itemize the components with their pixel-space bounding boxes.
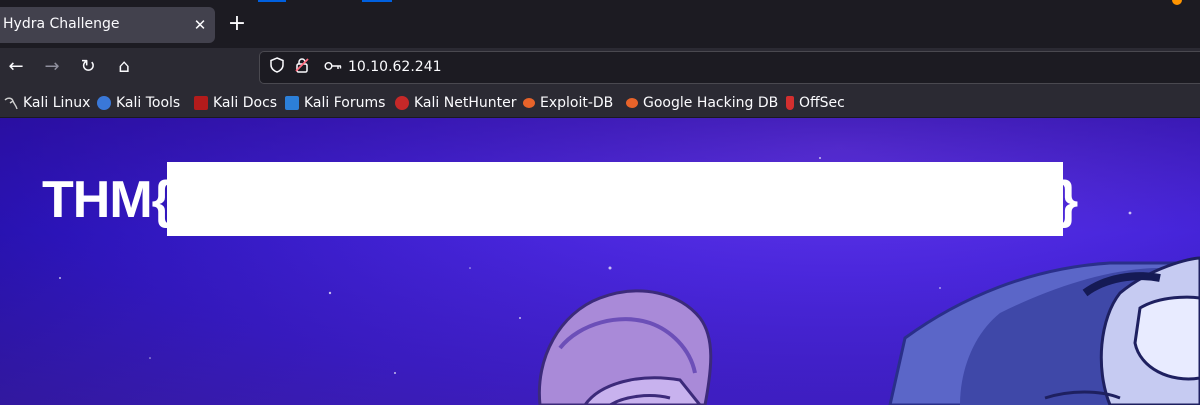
bookmark-kali-forums[interactable]: Kali Forums <box>285 93 385 113</box>
url-text[interactable]: 10.10.62.241 <box>348 59 442 75</box>
tab-accent-indicator <box>258 0 286 2</box>
tab-title: Hydra Challenge <box>3 16 120 32</box>
extension-icon[interactable] <box>1172 0 1182 5</box>
bookmark-label: Kali Docs <box>213 95 278 111</box>
navigation-toolbar: ← → ↻ ⌂ 10.10.62.241 <box>0 48 1200 87</box>
kali-dragon-icon <box>4 96 18 110</box>
bookmark-kali-docs[interactable]: Kali Docs <box>194 93 277 113</box>
back-button[interactable]: ← <box>2 54 30 80</box>
kali-nethunter-icon <box>395 96 409 110</box>
shield-icon[interactable] <box>266 57 288 79</box>
kali-forums-icon <box>285 96 299 110</box>
tab-accent-indicator <box>362 0 392 2</box>
bookmark-label: Kali Linux <box>23 95 91 111</box>
bookmark-kali-linux[interactable]: Kali Linux <box>4 93 90 113</box>
close-tab-icon[interactable]: ✕ <box>190 15 210 35</box>
bookmark-exploit-db[interactable]: Exploit-DB <box>523 93 613 113</box>
home-button[interactable]: ⌂ <box>110 54 138 80</box>
bookmark-label: Kali Forums <box>304 95 386 111</box>
bookmark-offsec[interactable]: OffSec <box>786 93 845 113</box>
reload-button[interactable]: ↻ <box>74 54 102 80</box>
kali-docs-icon <box>194 96 208 110</box>
bookmark-label: OffSec <box>799 95 845 111</box>
bookmark-google-hacking-db[interactable]: Google Hacking DB <box>626 93 778 113</box>
ghdb-icon <box>626 98 638 108</box>
url-bar[interactable]: 10.10.62.241 <box>259 51 1200 84</box>
bookmark-label: Google Hacking DB <box>643 95 779 111</box>
tab-strip: Hydra Challenge ✕ + <box>0 0 1200 48</box>
exploit-db-icon <box>523 98 535 108</box>
bookmark-label: Exploit-DB <box>540 95 614 111</box>
key-icon[interactable] <box>322 57 344 79</box>
bookmark-kali-nethunter[interactable]: Kali NetHunter <box>395 93 516 113</box>
bookmarks-toolbar: Kali Linux Kali Tools Kali Docs Kali For… <box>0 87 1200 118</box>
page-content: THM{ } <box>0 118 1200 405</box>
kali-tools-icon <box>97 96 111 110</box>
new-tab-button[interactable]: + <box>226 12 248 36</box>
bookmark-label: Kali NetHunter <box>414 95 517 111</box>
tab-active[interactable]: Hydra Challenge ✕ <box>0 7 215 43</box>
bookmark-label: Kali Tools <box>116 95 181 111</box>
redaction-box <box>167 162 1063 236</box>
bookmark-kali-tools[interactable]: Kali Tools <box>97 93 180 113</box>
flag-prefix: THM{ <box>42 171 172 229</box>
forward-button[interactable]: → <box>38 54 66 80</box>
lock-broken-icon[interactable] <box>291 57 313 79</box>
offsec-icon <box>786 96 794 110</box>
